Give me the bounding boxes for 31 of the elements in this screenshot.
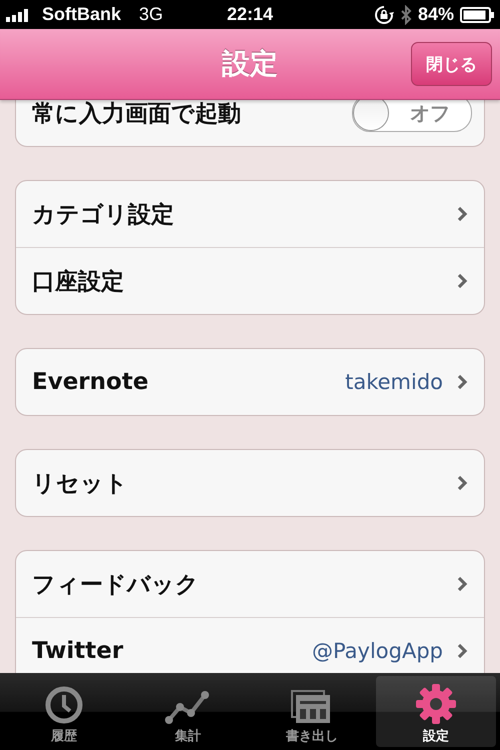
row-value: takemido xyxy=(345,370,443,394)
bluetooth-icon xyxy=(400,4,412,24)
chevron-icon xyxy=(457,206,468,222)
carrier-name: SoftBank xyxy=(42,4,122,25)
chevron-icon xyxy=(457,643,468,659)
tab-item[interactable]: 集計 xyxy=(128,676,248,747)
row-label: Twitter xyxy=(32,638,124,664)
tab-item[interactable]: 書き出し xyxy=(252,676,372,747)
row-label: リセット xyxy=(32,470,129,498)
row-value: @PaylogApp xyxy=(312,639,443,663)
tab-item[interactable]: 設定 xyxy=(376,676,496,747)
chevron-icon xyxy=(457,374,468,390)
chevron-icon xyxy=(457,475,468,491)
line-graph-icon xyxy=(165,689,211,725)
gear-icon xyxy=(415,683,457,725)
network-type: 3G xyxy=(139,4,164,25)
clock-icon xyxy=(44,685,84,725)
chevron-icon xyxy=(457,273,468,289)
clock-time: 22:14 xyxy=(226,4,274,25)
row-label: フィードバック xyxy=(32,570,200,600)
rotation-lock-icon xyxy=(374,4,394,24)
row-label: 口座設定 xyxy=(32,268,125,296)
page-title: 設定 xyxy=(222,46,278,82)
row-label: カテゴリ設定 xyxy=(32,200,175,230)
tab-item[interactable]: 履歴 xyxy=(4,676,124,747)
chevron-icon xyxy=(457,576,468,592)
row-label: Evernote xyxy=(32,369,150,395)
battery-percent: 84% xyxy=(418,4,454,25)
row-label: 常に入力画面で起動 xyxy=(32,100,242,128)
toggle-switch[interactable]: オフ xyxy=(352,100,472,132)
battery-icon xyxy=(460,6,494,22)
